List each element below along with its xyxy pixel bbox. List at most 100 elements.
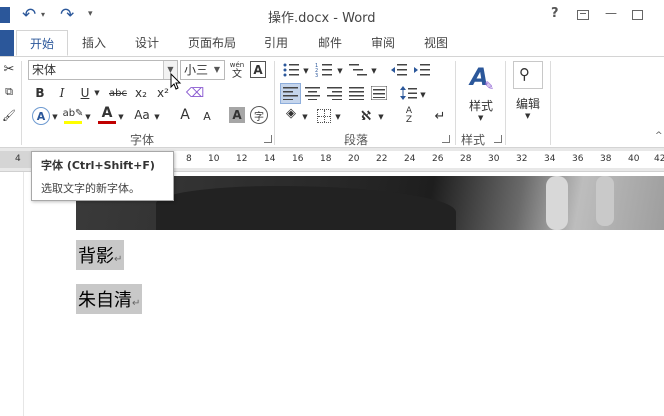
tooltip-description: 选取文字的新字体。	[41, 182, 140, 195]
subscript-button[interactable]: x₂	[133, 85, 149, 101]
tab-references[interactable]: 引用	[264, 34, 288, 54]
undo-icon[interactable]: ↶	[22, 5, 36, 25]
clear-formatting-icon[interactable]: ⌫	[186, 84, 204, 102]
editing-dropdown-icon[interactable]: ▼	[525, 112, 530, 120]
italic-button[interactable]: I	[55, 85, 69, 101]
title-bar: ↶ ▾ ↷ ▾ 操作.docx - Word ? —	[0, 0, 664, 30]
ribbon: ✂ ⧉ 🖌 宋体 ▼ 小三 ▼ wén 文 A B I U ▼ abc x₂ x…	[0, 56, 664, 148]
borders-icon[interactable]	[317, 109, 331, 123]
borders-dropdown-icon[interactable]: ▼	[334, 109, 342, 125]
underline-dropdown-icon[interactable]: ▼	[93, 85, 101, 101]
font-color-dropdown-icon[interactable]: ▼	[117, 109, 125, 125]
help-button[interactable]: ?	[551, 6, 559, 21]
editing-button[interactable]: 编辑	[516, 95, 540, 112]
shading-dropdown-icon[interactable]: ▼	[301, 109, 309, 125]
character-shading-button[interactable]: A	[229, 107, 245, 123]
increase-indent-icon[interactable]	[413, 62, 431, 78]
numbering-icon[interactable]: 1 2 3	[315, 62, 333, 78]
styles-dropdown-icon[interactable]: ▼	[478, 114, 483, 122]
copy-icon[interactable]: ⧉	[2, 84, 16, 100]
superscript-button[interactable]: x²	[155, 85, 171, 101]
binoculars-icon: ⚲	[519, 65, 530, 83]
bullets-dropdown-icon[interactable]: ▼	[302, 63, 310, 79]
document-line-author[interactable]: 朱自清↵	[76, 284, 143, 314]
highlight-dropdown-icon[interactable]: ▼	[84, 109, 92, 125]
tab-home[interactable]: 开始	[16, 30, 68, 56]
align-right-icon[interactable]	[327, 86, 343, 100]
chinese-layout-icon[interactable]: ℵ	[357, 107, 375, 125]
redo-icon[interactable]: ↷	[60, 5, 74, 25]
file-tab[interactable]	[0, 30, 14, 56]
collapse-ribbon-icon[interactable]: ^	[655, 131, 663, 141]
align-left-icon	[283, 87, 298, 100]
undo-dropdown-icon[interactable]: ▾	[41, 10, 45, 19]
phonetic-guide-bottom: 文	[232, 69, 242, 80]
styles-dialog-launcher[interactable]	[494, 135, 502, 143]
text-effects-icon[interactable]: A	[32, 107, 50, 125]
phonetic-guide-button[interactable]: wén 文	[228, 59, 246, 81]
highlight-color-icon[interactable]: ab✎	[63, 106, 83, 124]
ruler-tick: 4	[15, 154, 21, 164]
font-dialog-launcher[interactable]	[264, 135, 272, 143]
font-color-icon[interactable]: A	[98, 105, 116, 124]
font-size-value: 小三	[184, 63, 209, 77]
word-app-icon[interactable]	[0, 7, 10, 23]
change-case-button[interactable]: Aa	[131, 107, 153, 123]
strikethrough-button[interactable]: abc	[108, 85, 128, 101]
ruler-tick: 42	[654, 154, 664, 164]
line-spacing-icon[interactable]	[400, 85, 418, 101]
numbering-dropdown-icon[interactable]: ▼	[336, 63, 344, 79]
multilevel-list-icon[interactable]	[348, 62, 368, 78]
styles-gallery-icon[interactable]: A ✎	[468, 63, 496, 93]
show-marks-icon[interactable]: ↵	[432, 107, 448, 125]
shrink-font-button[interactable]: A	[200, 109, 214, 124]
maximize-button[interactable]	[632, 10, 643, 20]
font-name-value: 宋体	[32, 63, 57, 77]
separator	[455, 61, 456, 145]
ribbon-display-options-icon[interactable]	[577, 10, 589, 20]
shading-icon[interactable]: ◈	[282, 106, 300, 124]
font-size-combo[interactable]: 小三 ▼	[180, 60, 225, 80]
tab-view[interactable]: 视图	[424, 34, 448, 54]
decrease-indent-icon[interactable]	[390, 62, 408, 78]
tab-page-layout[interactable]: 页面布局	[188, 34, 236, 54]
grow-font-button[interactable]: A	[177, 106, 193, 124]
minimize-button[interactable]: —	[605, 6, 617, 20]
customize-qat-icon[interactable]: ▾	[88, 9, 93, 19]
paragraph-dialog-launcher[interactable]	[442, 135, 450, 143]
editing-button-frame[interactable]: ⚲	[513, 61, 543, 89]
ruler-tick: 20	[348, 154, 360, 164]
align-center-icon[interactable]	[305, 86, 321, 100]
tab-review[interactable]: 审阅	[371, 34, 395, 54]
distributed-icon[interactable]	[371, 86, 387, 100]
tab-mailings[interactable]: 邮件	[318, 34, 342, 54]
separator	[550, 61, 551, 145]
tab-design[interactable]: 设计	[135, 34, 159, 54]
document-line-title[interactable]: 背影↵	[76, 240, 125, 270]
line-spacing-dropdown-icon[interactable]: ▼	[419, 87, 427, 103]
change-case-dropdown-icon[interactable]: ▼	[153, 109, 161, 125]
ruler-tick: 36	[572, 154, 584, 164]
ribbon-tab-bar: 开始 插入 设计 页面布局 引用 邮件 审阅 视图	[0, 30, 664, 56]
bold-button[interactable]: B	[33, 85, 47, 101]
character-border-button[interactable]: A	[250, 61, 266, 78]
enclose-characters-button[interactable]: 字	[250, 106, 268, 124]
tab-insert[interactable]: 插入	[82, 34, 106, 54]
bullets-icon[interactable]	[282, 62, 300, 78]
justify-icon[interactable]	[349, 86, 365, 100]
cut-icon[interactable]: ✂	[2, 61, 16, 77]
document-text: 朱自清	[78, 290, 132, 311]
styles-group-label: 样式	[461, 133, 486, 147]
document-area[interactable]: 背影↵ 朱自清↵	[0, 172, 664, 416]
ruler-tick: 16	[292, 154, 304, 164]
format-painter-icon[interactable]: 🖌	[2, 107, 16, 123]
underline-button[interactable]: U	[78, 85, 92, 101]
ruler-tick: 14	[264, 154, 276, 164]
multilevel-dropdown-icon[interactable]: ▼	[370, 63, 378, 79]
font-size-dropdown-icon[interactable]: ▼	[210, 61, 224, 79]
sort-icon[interactable]: AZ	[401, 106, 417, 126]
styles-button[interactable]: 样式	[469, 97, 493, 114]
font-name-combo[interactable]: 宋体 ▼	[28, 60, 178, 80]
text-effects-dropdown-icon[interactable]: ▼	[51, 109, 59, 125]
chinese-layout-dropdown-icon[interactable]: ▼	[377, 109, 385, 125]
